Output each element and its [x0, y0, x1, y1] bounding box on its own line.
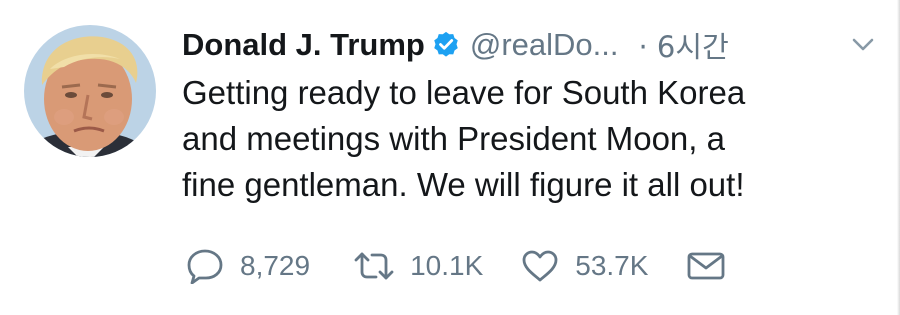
retweet-button[interactable]: 10.1K [352, 250, 483, 282]
like-count: 53.7K [575, 250, 649, 281]
tweet-text: Getting ready to leave for South Korea a… [182, 70, 872, 208]
tweet-card[interactable]: Donald J. Trump @realDo... · 6시간 Getting… [0, 0, 900, 315]
reply-button[interactable]: 8,729 [186, 248, 310, 284]
verified-badge-icon [431, 30, 461, 60]
tweet-timestamp[interactable]: · 6시간 [639, 24, 729, 66]
like-icon [521, 249, 559, 283]
tweet-header: Donald J. Trump @realDo... · 6시간 [182, 24, 729, 66]
retweet-icon [352, 250, 396, 282]
tweet-text-line: and meetings with President Moon, a [182, 120, 725, 157]
direct-message-button[interactable] [686, 251, 726, 281]
tweet-text-line: Getting ready to leave for South Korea [182, 74, 746, 111]
retweet-count: 10.1K [410, 250, 484, 281]
avatar[interactable] [24, 25, 156, 157]
author-name[interactable]: Donald J. Trump [182, 27, 425, 63]
tweet-actions: 8,729 10.1K 53.7K [186, 246, 726, 286]
reply-count: 8,729 [240, 250, 311, 281]
direct-message-icon [686, 251, 726, 281]
tweet-text-line: fine gentleman. We will figure it all ou… [182, 166, 745, 203]
chevron-down-icon[interactable] [848, 34, 878, 56]
reply-icon [186, 248, 224, 284]
author-handle[interactable]: @realDo... [470, 27, 619, 63]
like-button[interactable]: 53.7K [521, 249, 648, 283]
